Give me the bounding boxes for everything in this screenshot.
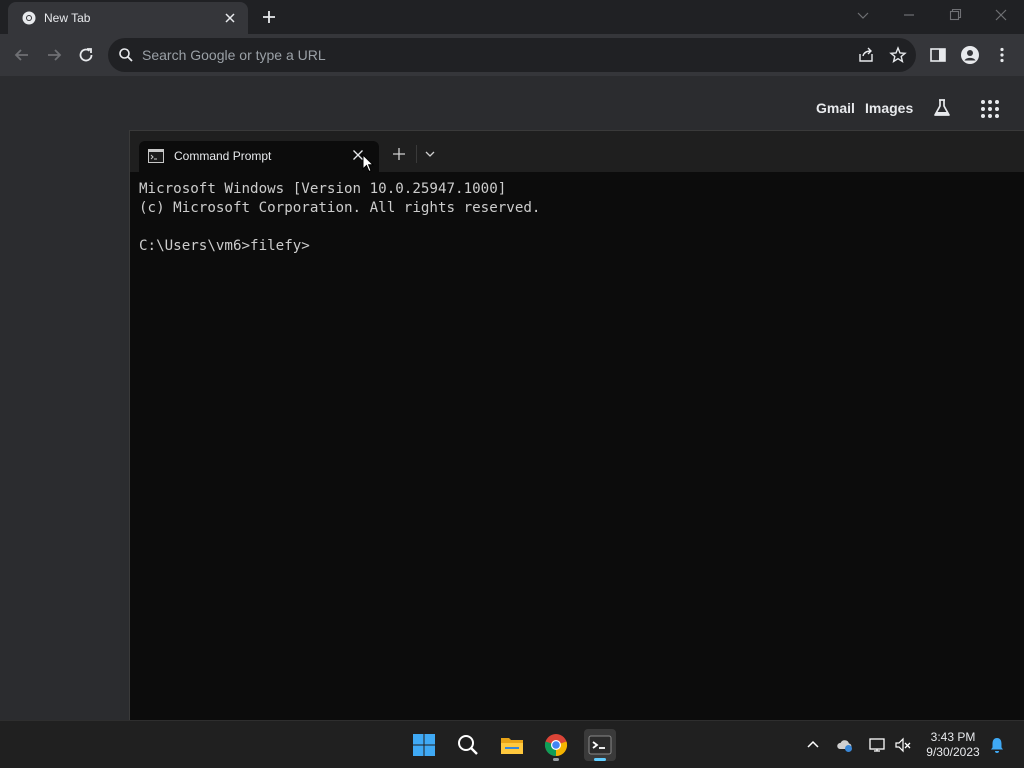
new-tab-plus-icon[interactable] — [260, 8, 278, 26]
windows-logo-icon — [413, 734, 435, 756]
volume-muted-icon[interactable] — [894, 736, 912, 754]
onedrive-cloud-icon[interactable] — [836, 736, 854, 754]
terminal-line: (c) Microsoft Corporation. All rights re… — [139, 200, 541, 216]
apps-grid-icon[interactable] — [979, 98, 1001, 120]
reload-icon[interactable] — [76, 45, 96, 65]
terminal-tab-command-prompt[interactable]: Command Prompt — [139, 141, 379, 172]
chrome-icon — [22, 11, 36, 25]
terminal-tab-title: Command Prompt — [174, 149, 272, 163]
active-indicator — [594, 758, 606, 761]
terminal-prompt-line: C:\Users\vm6>filefy> — [139, 238, 310, 254]
terminal-tabbar: Command Prompt — [130, 131, 1024, 172]
more-menu-icon[interactable] — [992, 45, 1012, 65]
folder-icon — [501, 738, 523, 754]
taskbar-file-explorer[interactable] — [496, 729, 528, 761]
notification-bell-icon[interactable] — [988, 736, 1006, 754]
side-panel-icon[interactable] — [928, 45, 948, 65]
search-icon — [119, 48, 133, 62]
taskbar-chrome[interactable] — [540, 729, 572, 761]
restore-icon[interactable] — [946, 6, 964, 24]
chrome-icon — [544, 734, 568, 757]
terminal-output[interactable]: Microsoft Windows [Version 10.0.25947.10… — [139, 180, 540, 256]
forward-arrow-icon[interactable] — [44, 45, 64, 65]
start-button[interactable] — [408, 729, 440, 761]
mouse-pointer-icon — [362, 154, 374, 173]
gmail-link[interactable]: Gmail — [816, 100, 855, 116]
clock-date: 9/30/2023 — [926, 745, 980, 759]
profile-avatar-icon[interactable] — [960, 45, 980, 65]
minimize-icon[interactable] — [900, 6, 918, 24]
images-link[interactable]: Images — [865, 100, 913, 116]
terminal-window[interactable]: Command Prompt Microsoft Windows [Versio… — [129, 130, 1024, 720]
address-input[interactable] — [142, 45, 822, 65]
terminal-icon — [588, 735, 612, 755]
browser-toolbar — [0, 34, 1024, 76]
window-close-icon[interactable] — [992, 6, 1010, 24]
taskbar-clock[interactable]: 3:43 PM 9/30/2023 — [920, 730, 986, 760]
terminal-line: Microsoft Windows [Version 10.0.25947.10… — [139, 181, 507, 197]
terminal-new-tab-plus-icon[interactable] — [392, 147, 406, 161]
tab-search-chevron-icon[interactable] — [854, 6, 872, 24]
terminal-line: ​ — [139, 218, 540, 237]
bookmark-star-icon[interactable] — [889, 46, 907, 64]
share-icon[interactable] — [857, 46, 875, 64]
browser-tabstrip: New Tab — [0, 0, 1024, 34]
terminal-tabbar-divider — [416, 145, 417, 163]
back-arrow-icon[interactable] — [12, 45, 32, 65]
network-icon[interactable] — [868, 736, 886, 754]
clock-time: 3:43 PM — [930, 730, 976, 744]
command-prompt-icon — [148, 149, 164, 163]
chevron-down-icon[interactable] — [424, 149, 436, 159]
address-bar[interactable] — [108, 38, 916, 72]
labs-flask-icon[interactable] — [931, 97, 953, 119]
taskbar-search-button[interactable] — [452, 729, 484, 761]
taskbar-terminal[interactable] — [584, 729, 616, 761]
search-icon — [458, 735, 478, 755]
browser-tab-new-tab[interactable]: New Tab — [8, 2, 248, 34]
running-indicator — [553, 758, 559, 761]
chevron-up-icon[interactable] — [804, 736, 822, 754]
browser-tab-title: New Tab — [44, 11, 91, 25]
taskbar: 3:43 PM 9/30/2023 — [0, 720, 1024, 768]
close-icon[interactable] — [222, 10, 238, 26]
